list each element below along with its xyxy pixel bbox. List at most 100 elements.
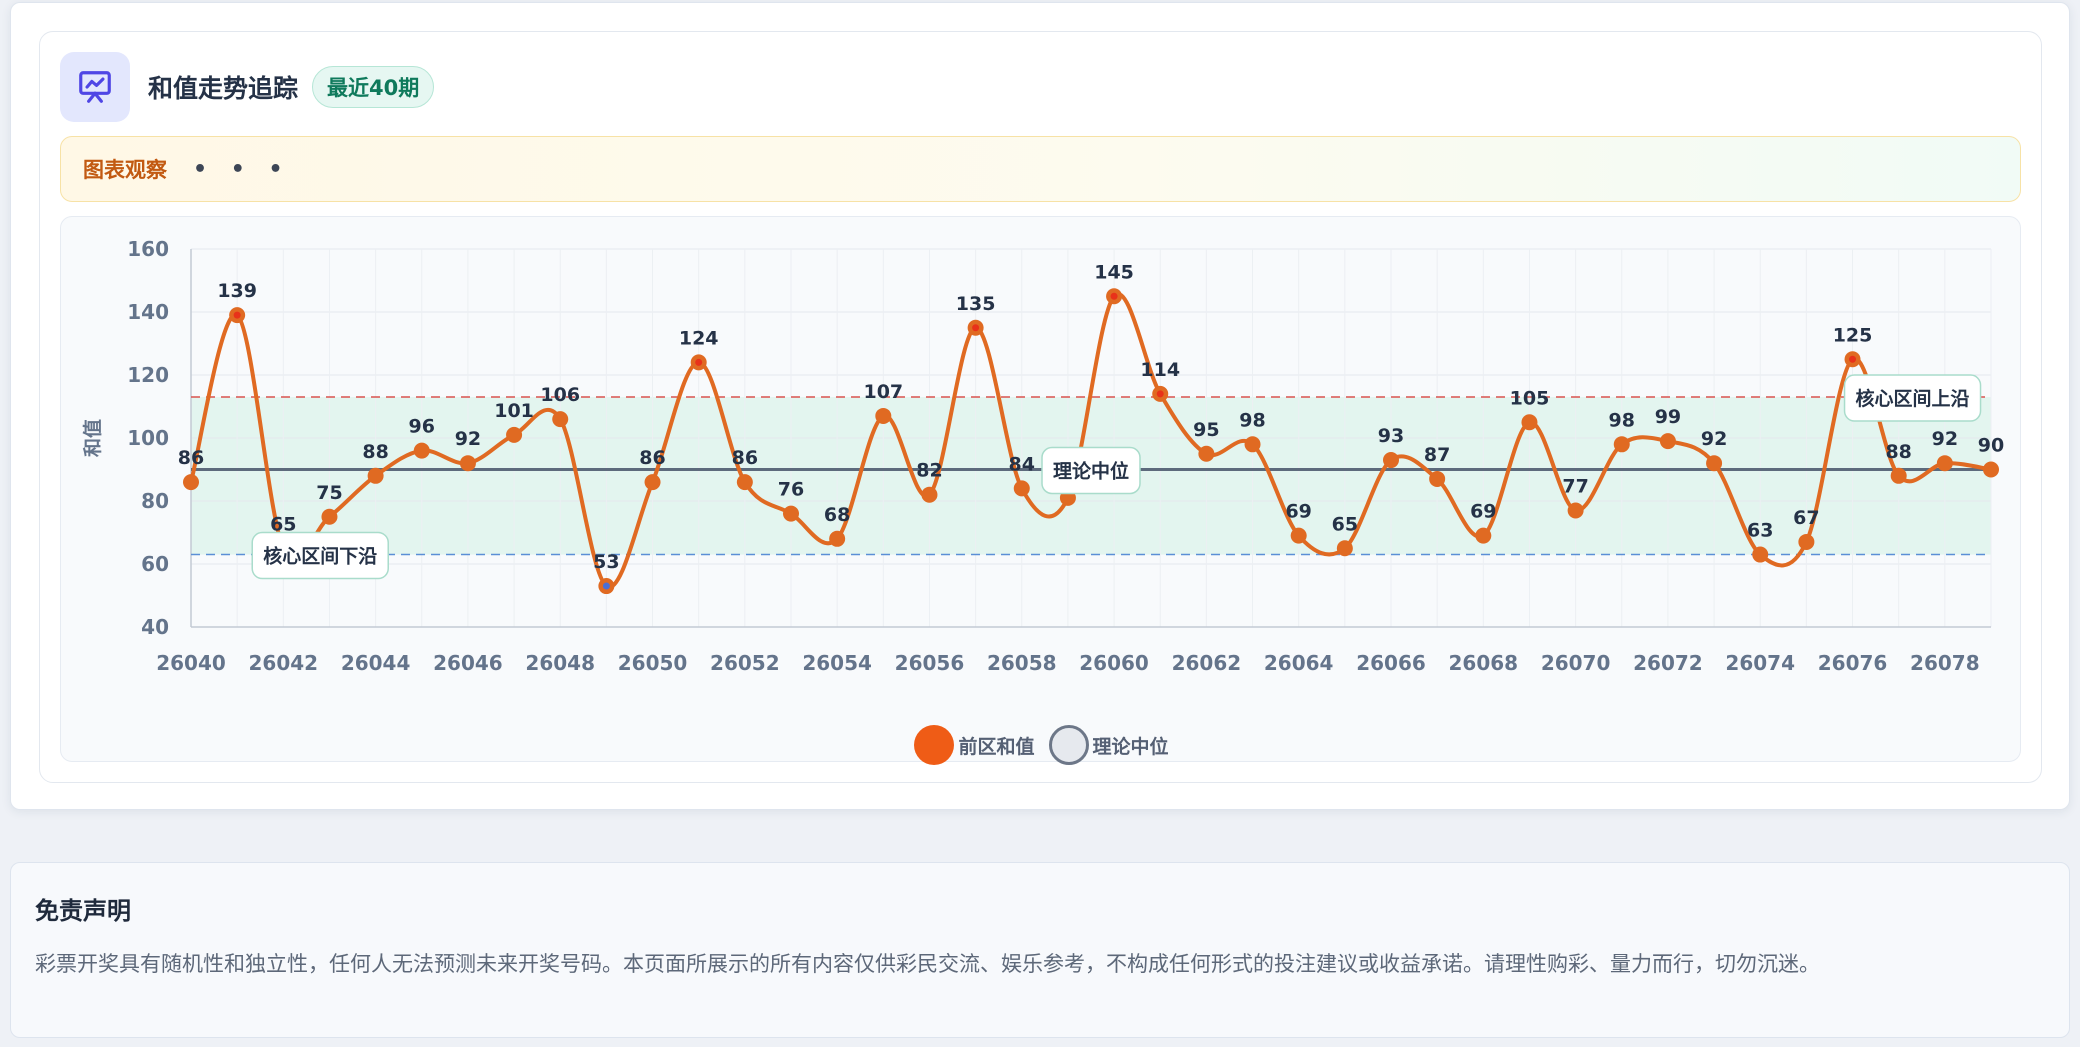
data-point xyxy=(1429,470,1446,487)
x-tick-label: 26046 xyxy=(433,651,503,675)
data-point xyxy=(1521,414,1538,431)
y-tick-label: 100 xyxy=(127,426,169,450)
data-label: 86 xyxy=(639,447,665,469)
data-label: 92 xyxy=(1701,428,1727,450)
data-label: 101 xyxy=(494,400,534,422)
x-tick-label: 26056 xyxy=(895,651,965,675)
period-badge: 最近40期 xyxy=(312,66,435,108)
data-label: 86 xyxy=(732,447,758,469)
data-label: 107 xyxy=(863,381,903,403)
data-label: 84 xyxy=(1009,453,1035,475)
data-point xyxy=(1290,527,1307,544)
data-point xyxy=(1752,546,1769,563)
data-label: 92 xyxy=(455,428,481,450)
data-point xyxy=(552,411,569,428)
data-label: 67 xyxy=(1793,507,1819,529)
x-tick-label: 26060 xyxy=(1079,651,1149,675)
data-point xyxy=(1475,527,1492,544)
x-tick-label: 26042 xyxy=(249,651,319,675)
data-label: 98 xyxy=(1239,409,1265,431)
data-label: 105 xyxy=(1510,387,1550,409)
x-tick-label: 26070 xyxy=(1541,651,1611,675)
data-label: 145 xyxy=(1094,261,1134,283)
data-point xyxy=(1198,445,1215,462)
x-tick-label: 26044 xyxy=(341,651,411,675)
legend-item-median[interactable]: 理论中位 xyxy=(1048,725,1169,765)
y-tick-label: 60 xyxy=(141,552,169,576)
legend-item-sum[interactable]: 前区和值 xyxy=(914,725,1035,765)
data-label: 77 xyxy=(1562,475,1588,497)
high-point-marker xyxy=(972,324,980,332)
y-axis-label: 和值 xyxy=(81,419,104,457)
observation-bar[interactable]: 图表观察 • • • xyxy=(60,136,2021,202)
y-tick-label: 80 xyxy=(141,489,169,513)
data-label: 139 xyxy=(217,280,257,302)
data-label: 88 xyxy=(1885,441,1911,463)
data-label: 82 xyxy=(916,460,942,482)
observation-label: 图表观察 xyxy=(83,158,167,182)
chart-area: 40 60 80 100 120 140 160 和值 26040 26042 26044 26046… xyxy=(60,216,2022,765)
x-tick-label: 26074 xyxy=(1725,651,1795,675)
data-label: 114 xyxy=(1140,359,1180,381)
more-dots-icon[interactable]: • • • xyxy=(193,157,291,182)
y-tick-label: 120 xyxy=(127,363,169,387)
chart-presentation-icon xyxy=(60,52,130,122)
card-header: 和值走势追踪 最近40期 xyxy=(60,52,435,122)
chart-legend: 前区和值 理论中位 xyxy=(61,725,2022,765)
data-label: 69 xyxy=(1285,501,1311,523)
high-point-marker xyxy=(1110,292,1118,300)
data-label: 98 xyxy=(1609,409,1635,431)
low-point-marker xyxy=(602,582,610,590)
data-label: 135 xyxy=(956,293,996,315)
data-point xyxy=(1336,540,1353,557)
data-point xyxy=(367,467,384,484)
upper-bound-annotation: 核心区间上沿 xyxy=(1856,387,1970,410)
data-point xyxy=(459,455,476,472)
data-label: 106 xyxy=(540,384,580,406)
data-point xyxy=(1798,533,1815,550)
data-point xyxy=(183,474,199,491)
data-point xyxy=(783,505,799,522)
legend-label-median: 理论中位 xyxy=(1092,735,1169,758)
y-tick-label: 140 xyxy=(127,300,169,324)
x-tick-label: 26078 xyxy=(1910,651,1980,675)
high-point-marker xyxy=(233,311,241,319)
data-point xyxy=(875,407,892,424)
y-tick-label: 40 xyxy=(141,615,169,639)
data-label: 69 xyxy=(1470,501,1496,523)
data-label: 99 xyxy=(1655,406,1681,428)
data-point xyxy=(644,474,661,491)
disclaimer-title: 免责声明 xyxy=(35,897,131,925)
data-point xyxy=(829,530,846,547)
data-label: 86 xyxy=(178,447,204,469)
disclaimer-section: 免责声明 彩票开奖具有随机性和独立性，任何人无法预测未来开奖号码。本页面所展示的… xyxy=(10,862,2070,1038)
x-tick-label: 26040 xyxy=(156,651,226,675)
x-tick-label: 26048 xyxy=(525,651,595,675)
card-title: 和值走势追踪 xyxy=(148,74,299,103)
data-point xyxy=(1567,502,1584,519)
data-point xyxy=(321,508,338,525)
data-label: 65 xyxy=(1332,513,1358,535)
data-label: 76 xyxy=(778,479,804,501)
data-label: 68 xyxy=(824,504,850,526)
data-point xyxy=(413,442,430,459)
data-label: 124 xyxy=(679,327,719,349)
sum-trend-chart: 40 60 80 100 120 140 160 和值 26040 26042 26044 26046… xyxy=(81,237,2004,675)
x-tick-label: 26058 xyxy=(987,651,1057,675)
x-tick-label: 26072 xyxy=(1633,651,1703,675)
data-point xyxy=(1659,433,1676,450)
disclaimer-text: 彩票开奖具有随机性和独立性，任何人无法预测未来开奖号码。本页面所展示的所有内容仅… xyxy=(35,952,1820,976)
data-point xyxy=(921,486,938,503)
data-point xyxy=(1383,452,1399,469)
x-tick-label: 26064 xyxy=(1264,651,1334,675)
x-tick-label: 26054 xyxy=(802,651,872,675)
data-point xyxy=(1983,461,1999,478)
data-point xyxy=(1706,455,1723,472)
data-label: 125 xyxy=(1833,324,1873,346)
median-annotation: 理论中位 xyxy=(1053,460,1129,483)
data-label: 63 xyxy=(1747,520,1773,542)
data-label: 96 xyxy=(409,416,435,438)
x-tick-label: 26062 xyxy=(1172,651,1242,675)
x-tick-label: 26050 xyxy=(618,651,688,675)
data-label: 75 xyxy=(316,482,342,504)
